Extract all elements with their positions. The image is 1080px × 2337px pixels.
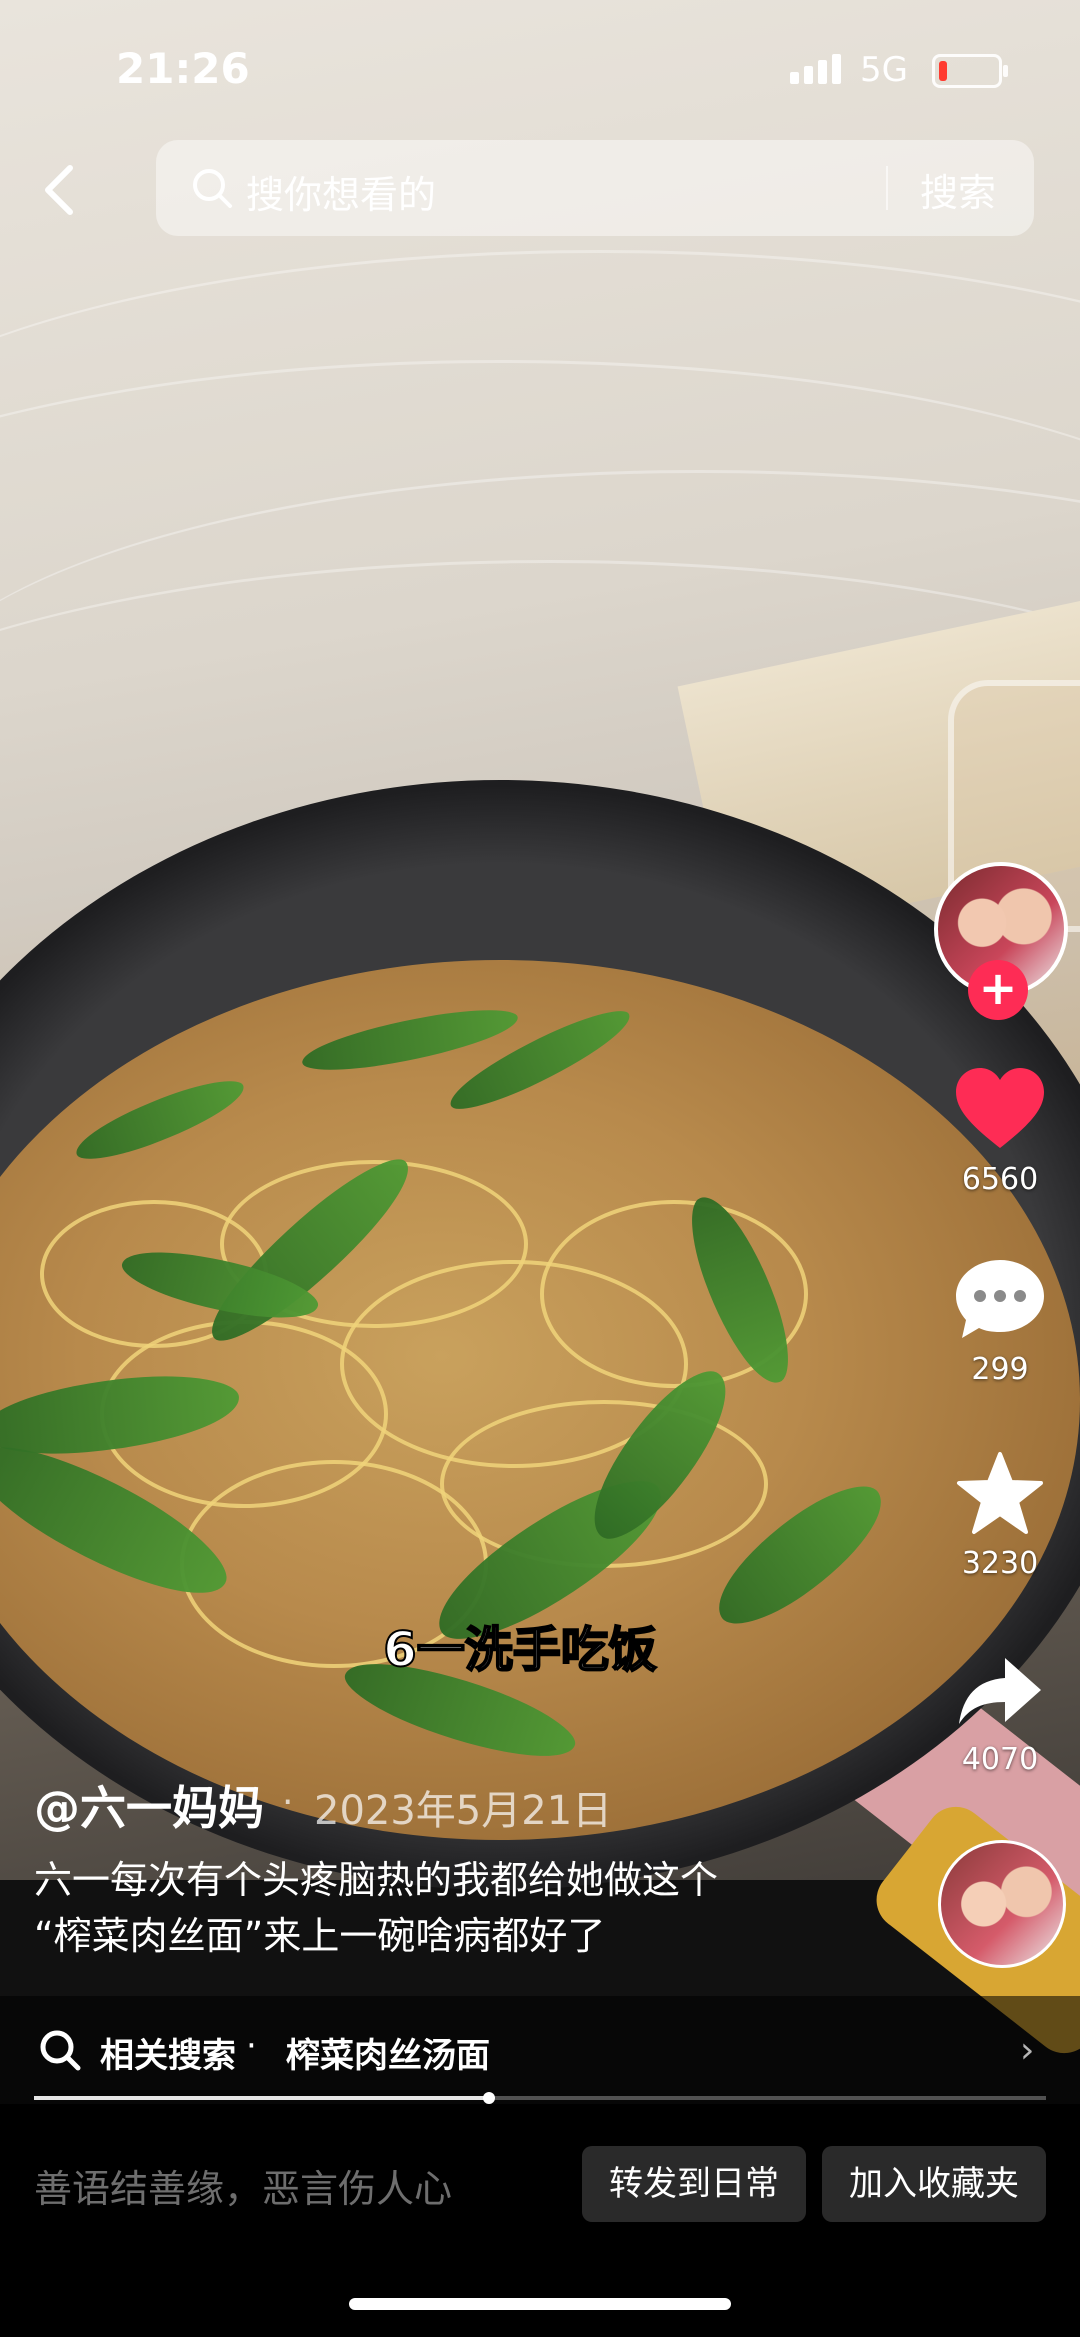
related-search-bar[interactable]: 相关搜索 · 榨菜肉丝汤面 › [0,1996,1080,2106]
separator-dot: · [282,1782,294,1823]
back-button[interactable] [40,160,90,220]
related-search-label: 相关搜索 [100,2036,236,2076]
comment-icon [956,1260,1044,1338]
author-name[interactable]: @六一妈妈 [34,1772,264,1838]
search-button[interactable]: 搜索 [920,162,996,217]
chevron-left-icon [45,165,73,215]
signal-icon [790,54,846,84]
favorite-button[interactable]: 3230 [930,1450,1070,1581]
add-to-favorites-button[interactable]: 加入收藏夹 [822,2146,1046,2222]
search-icon [40,2030,81,2071]
share-arrow-icon [959,1658,1041,1724]
comment-button[interactable]: 299 [930,1256,1070,1387]
home-indicator [349,2298,731,2310]
post-description[interactable]: 六一每次有个头疼脑热的我都给她做这个 “榨菜肉丝面”来上一碗啥病都好了 [34,1852,794,1964]
status-bar: 21:26 5G [0,0,1080,140]
like-count: 6560 [961,1162,1039,1197]
description-line: 六一每次有个头疼脑热的我都给她做这个 [34,1858,719,1902]
favorite-count: 3230 [961,1546,1039,1581]
star-icon [957,1452,1043,1534]
comment-count: 299 [971,1352,1029,1387]
heart-icon [956,1068,1044,1148]
forward-to-daily-button[interactable]: 转发到日常 [582,2146,806,2222]
follow-button[interactable]: + [968,960,1028,1020]
search-bar[interactable]: 搜你想看的 搜索 [156,140,1034,236]
status-time: 21:26 [116,44,250,93]
video-subtitle: 6一洗手吃饭 [382,1621,657,1679]
network-label: 5G [860,50,908,90]
description-line: “榨菜肉丝面”来上一碗啥病都好了 [34,1914,606,1958]
post-date: 2023年5月21日 [314,1788,613,1834]
comment-input[interactable]: 善语结善缘，恶言伤人心 [34,2158,452,2213]
video-progress-bar[interactable] [34,2092,1046,2104]
chevron-right-icon: › [1020,2030,1035,2071]
battery-level [939,61,947,81]
search-divider [886,166,888,210]
music-disc-avatar[interactable] [938,1840,1066,1968]
bottom-bar: 善语结善缘，恶言伤人心 转发到日常 加入收藏夹 [0,2104,1080,2337]
share-button[interactable]: 4070 [930,1652,1070,1777]
progress-fill [34,2096,490,2100]
battery-icon [932,54,1008,88]
related-search-query: 榨菜肉丝汤面 [286,2036,490,2076]
like-button[interactable]: 6560 [930,1066,1070,1197]
search-icon [193,169,232,208]
share-count: 4070 [961,1742,1039,1777]
search-input[interactable]: 搜你想看的 [246,164,436,219]
separator-dot: · [246,2026,257,2066]
